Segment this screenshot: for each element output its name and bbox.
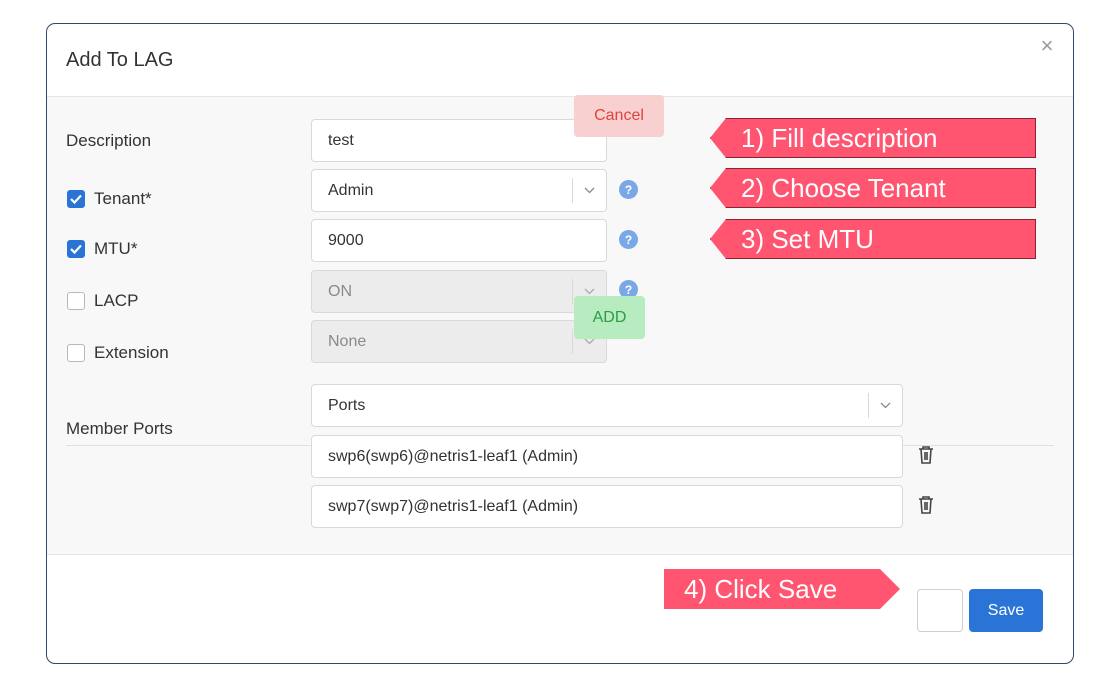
lacp-checkbox[interactable] [67,292,85,310]
close-icon[interactable]: × [1037,35,1057,57]
extension-label: Extension [94,343,169,362]
annotation-step1: 1) Fill description [710,118,1036,158]
port-item: swp7(swp7)@netris1-leaf1 (Admin) [311,485,903,528]
mtu-checkbox[interactable] [67,240,85,258]
lacp-value: ON [328,282,352,300]
extension-checkbox[interactable] [67,344,85,362]
extension-checkbox-row[interactable]: Extension [67,343,169,363]
description-input[interactable]: test [311,119,607,162]
mtu-checkbox-row[interactable]: MTU* [67,239,137,259]
description-label: Description [66,131,152,150]
port-item: swp6(swp6)@netris1-leaf1 (Admin) [311,435,903,478]
modal-body: Description test Tenant* Admin ? MTU* 90 [47,97,1073,555]
trash-icon[interactable] [917,495,935,515]
extension-select: None [311,320,607,363]
save-button[interactable]: Save [969,589,1043,632]
description-value: test [328,131,354,149]
annotation-step4: 4) Click Save [664,569,900,609]
annotation-step3: 3) Set MTU [710,219,1036,259]
tenant-checkbox[interactable] [67,190,85,208]
trash-icon[interactable] [917,445,935,465]
mtu-input[interactable]: 9000 [311,219,607,262]
chevron-down-icon [868,393,902,418]
ports-select[interactable]: Ports [311,384,903,427]
mtu-help-icon[interactable]: ? [619,230,638,249]
port-item-label: swp6(swp6)@netris1-leaf1 (Admin) [328,447,579,465]
add-button[interactable]: ADD [574,296,645,339]
extension-value: None [328,332,367,350]
modal-title: Add To LAG [66,49,174,71]
member-ports-label: Member Ports [66,419,173,438]
mtu-value: 9000 [328,231,364,249]
mtu-label: MTU* [94,239,138,258]
lacp-checkbox-row[interactable]: LACP [67,291,138,311]
check-icon [70,194,82,204]
ports-placeholder: Ports [328,396,366,414]
annotation-step2: 2) Choose Tenant [710,168,1036,208]
check-icon [70,244,82,254]
footer-secondary-button[interactable] [917,589,963,632]
modal-header: Add To LAG × [47,24,1073,97]
cancel-button[interactable]: Cancel [574,95,664,137]
port-item-label: swp7(swp7)@netris1-leaf1 (Admin) [328,497,579,515]
lacp-select: ON [311,270,607,313]
lacp-label: LACP [94,291,139,310]
tenant-help-icon[interactable]: ? [619,180,638,199]
tenant-select[interactable]: Admin [311,169,607,212]
tenant-checkbox-row[interactable]: Tenant* [67,189,152,209]
tenant-label: Tenant* [94,189,152,208]
tenant-value: Admin [328,181,374,199]
chevron-down-icon [572,178,606,203]
